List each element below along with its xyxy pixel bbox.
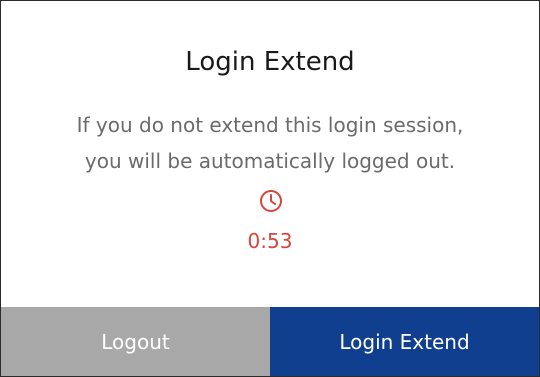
login-extend-dialog: Login Extend If you do not extend this l… (0, 0, 540, 377)
message-line-1: If you do not extend this login session, (76, 113, 464, 137)
clock-icon (259, 189, 283, 213)
message-line-2: you will be automatically logged out. (84, 149, 456, 173)
login-extend-button[interactable]: Login Extend (270, 307, 539, 376)
dialog-message: If you do not extend this login session,… (31, 107, 509, 179)
dialog-actions: Logout Login Extend (1, 307, 539, 376)
countdown-timer: 0:53 (247, 229, 293, 253)
logout-button[interactable]: Logout (1, 307, 270, 376)
dialog-title: Login Extend (185, 47, 355, 77)
clock-icon-graphic (260, 190, 282, 212)
